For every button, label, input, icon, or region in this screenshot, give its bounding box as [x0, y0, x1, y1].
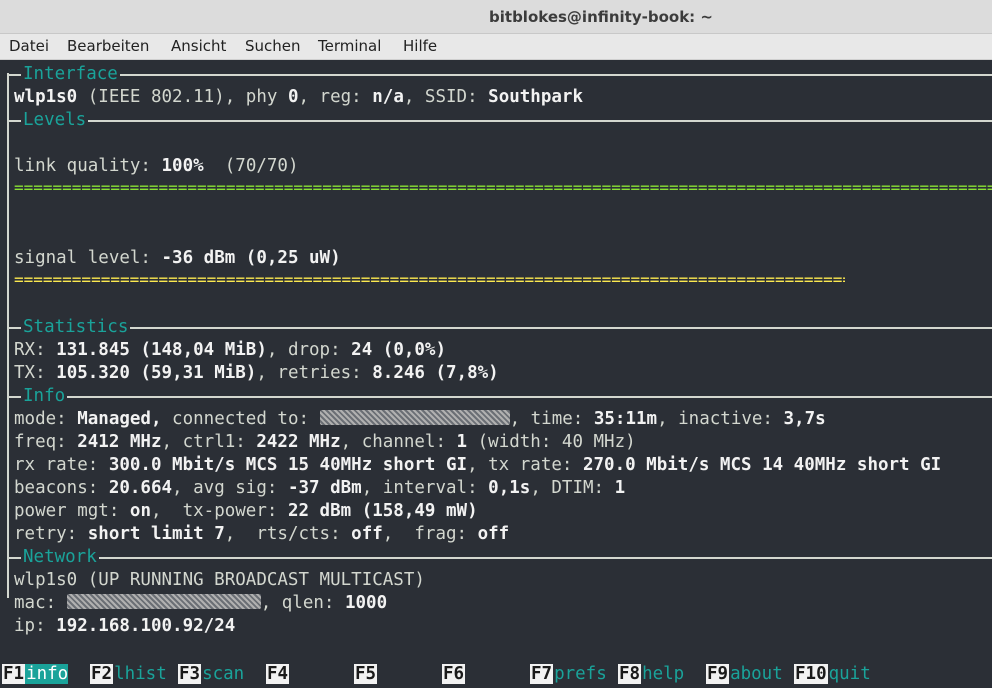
section-network-title: Network — [21, 546, 99, 569]
menu-bar: Datei Bearbeiten Ansicht Suchen Terminal… — [0, 34, 992, 60]
retry-line: retry: short limit 7, rts/cts: off, frag… — [14, 524, 510, 544]
section-interface-title: Interface — [21, 63, 120, 86]
redacted-mac — [66, 594, 261, 609]
rx-line: RX: 131.845 (148,04 MiB), drop: 24 (0,0%… — [14, 340, 446, 360]
rate-line: rx rate: 300.0 Mbit/s MCS 15 40MHz short… — [14, 455, 942, 475]
interface-name: wlp1s0 — [14, 87, 78, 107]
ip-line: ip: 192.168.100.92/24 — [14, 616, 236, 636]
section-network-header: Network — [7, 546, 992, 569]
section-levels-header: Levels — [7, 109, 992, 132]
link-quality-bar: ========================================… — [14, 182, 992, 194]
iface-flags-line: wlp1s0 (UP RUNNING BROADCAST MULTICAST) — [14, 570, 425, 590]
menu-terminal[interactable]: Terminal — [318, 37, 381, 55]
ssid-value: Southpark — [488, 87, 583, 107]
terminal-window: bitblokes@infinity-book: ~ Datei Bearbei… — [0, 0, 992, 688]
fkey-f2-lhist[interactable]: F2 lhist — [90, 662, 167, 686]
function-key-bar: F1 info F2 lhist F3 scan F4 F5 F6 F7 prefs F… — [0, 660, 992, 688]
fkey-f10-quit[interactable]: F10 quit — [794, 662, 871, 686]
fkey-f1-info[interactable]: F1 info — [2, 662, 69, 686]
menu-datei[interactable]: Datei — [9, 37, 49, 55]
fkey-f9-about[interactable]: F9 about — [706, 662, 783, 686]
window-title: bitblokes@infinity-book: ~ — [489, 8, 713, 26]
section-statistics-title: Statistics — [21, 316, 131, 339]
redacted-bssid — [319, 410, 510, 425]
signal-level-line: signal level: -36 dBm (0,25 uW) — [14, 248, 341, 268]
section-levels-title: Levels — [21, 109, 89, 132]
mode-line: mode: Managed, connected to: , time: 35:… — [14, 409, 826, 429]
fkey-f6[interactable]: F6 — [442, 662, 466, 686]
ip-value: 192.168.100.92/24 — [56, 616, 236, 636]
fkey-f3-scan[interactable]: F3 scan — [178, 662, 244, 686]
section-info-title: Info — [21, 385, 68, 408]
section-statistics-header: Statistics — [7, 316, 992, 339]
fkey-f4[interactable]: F4 — [266, 662, 290, 686]
link-quality-value: 100% — [161, 156, 204, 176]
tx-line: TX: 105.320 (59,31 MiB), retries: 8.246 … — [14, 363, 499, 383]
mac-line: mac: , qlen: 1000 — [14, 593, 388, 613]
freq-line: freq: 2412 MHz, ctrl1: 2422 MHz, channel… — [14, 432, 636, 452]
fkey-f7-prefs[interactable]: F7 prefs — [530, 662, 607, 686]
link-quality-line: link quality: 100% (70/70) — [14, 156, 299, 176]
fkey-f5[interactable]: F5 — [354, 662, 378, 686]
menu-bearbeiten[interactable]: Bearbeiten — [67, 37, 149, 55]
interface-line: wlp1s0 (IEEE 802.11), phy 0, reg: n/a, S… — [14, 87, 583, 107]
power-line: power mgt: on, tx-power: 22 dBm (158,49 … — [14, 501, 478, 521]
signal-level-bar: ========================================… — [14, 274, 845, 286]
window-titlebar[interactable]: bitblokes@infinity-book: ~ — [0, 0, 992, 34]
section-info-header: Info — [7, 385, 992, 408]
section-interface-header: Interface — [7, 63, 992, 86]
beacons-line: beacons: 20.664, avg sig: -37 dBm, inter… — [14, 478, 626, 498]
fkey-f8-help[interactable]: F8 help — [618, 662, 684, 686]
menu-ansicht[interactable]: Ansicht — [171, 37, 226, 55]
menu-hilfe[interactable]: Hilfe — [403, 37, 437, 55]
terminal-area[interactable]: Interface wlp1s0 (IEEE 802.11), phy 0, r… — [0, 61, 992, 688]
menu-suchen[interactable]: Suchen — [245, 37, 301, 55]
signal-level-value: -36 dBm (0,25 uW) — [161, 248, 341, 268]
